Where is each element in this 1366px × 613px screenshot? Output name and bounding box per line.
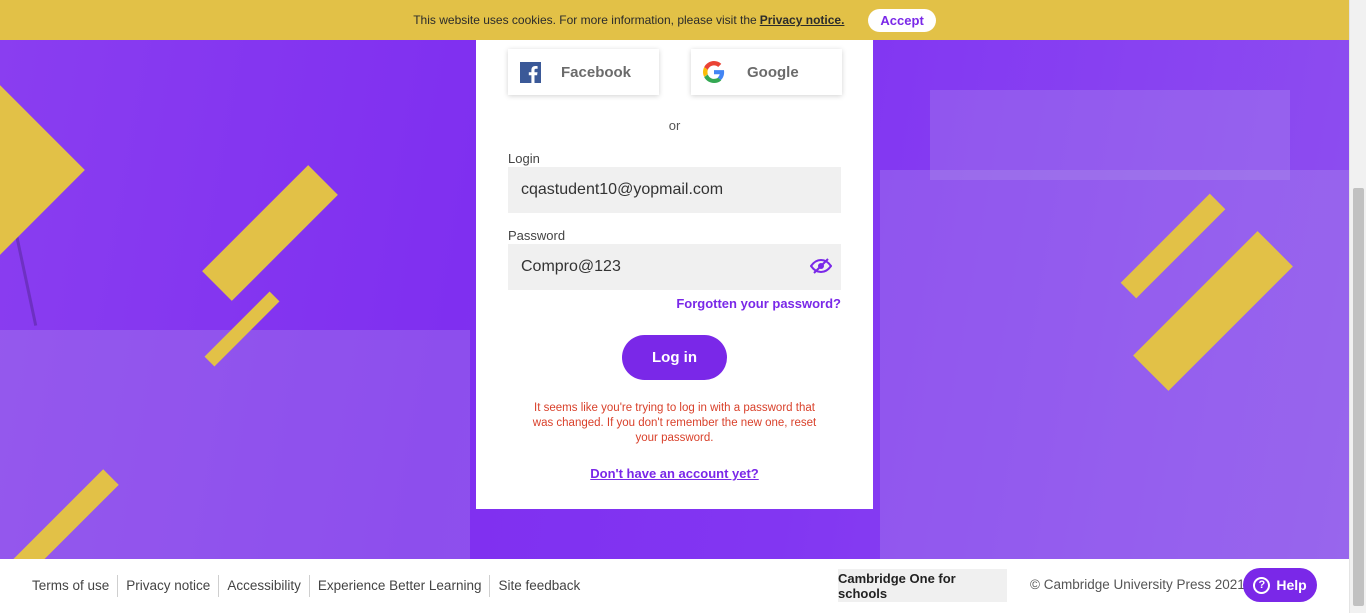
login-button[interactable]: Log in	[622, 335, 727, 380]
footer-link-terms[interactable]: Terms of use	[20, 575, 117, 597]
schools-button[interactable]: Cambridge One for schools	[838, 569, 1007, 602]
deco-bar-1	[202, 165, 338, 301]
error-message: It seems like you're trying to log in wi…	[532, 402, 817, 444]
footer: Terms of use Privacy notice Accessibilit…	[0, 559, 1349, 613]
eye-hidden-icon[interactable]	[810, 258, 832, 274]
facebook-icon	[520, 61, 541, 83]
footer-link-feedback[interactable]: Site feedback	[489, 575, 588, 597]
login-label: Login	[508, 151, 540, 166]
or-separator: or	[668, 118, 681, 133]
footer-links: Terms of use Privacy notice Accessibilit…	[20, 575, 588, 597]
facebook-login-button[interactable]: Facebook	[508, 49, 659, 95]
help-button[interactable]: ? Help	[1243, 568, 1317, 602]
page-scrollbar[interactable]	[1349, 0, 1366, 613]
google-login-button[interactable]: Google	[691, 49, 842, 95]
forgot-password-link[interactable]: Forgotten your password?	[676, 296, 841, 311]
signup-link[interactable]: Don't have an account yet?	[476, 466, 873, 481]
facebook-label: Facebook	[561, 63, 632, 81]
question-circle-icon: ?	[1253, 576, 1271, 594]
bg-building-chapel	[930, 90, 1290, 180]
footer-link-privacy[interactable]: Privacy notice	[117, 575, 218, 597]
footer-link-accessibility[interactable]: Accessibility	[218, 575, 309, 597]
scrollbar-thumb[interactable]	[1353, 188, 1364, 606]
google-label: Google	[747, 63, 799, 81]
cookie-message: This website uses cookies. For more info…	[413, 13, 757, 27]
privacy-notice-link[interactable]: Privacy notice.	[760, 13, 845, 27]
bg-building-right	[880, 170, 1349, 559]
login-input[interactable]	[508, 167, 841, 213]
copyright: © Cambridge University Press 2021	[1030, 577, 1245, 592]
help-label: Help	[1276, 577, 1307, 593]
password-label: Password	[508, 228, 566, 243]
footer-link-better-learning[interactable]: Experience Better Learning	[308, 575, 490, 597]
password-input[interactable]	[508, 244, 841, 290]
cookie-banner: This website uses cookies. For more info…	[0, 0, 1349, 40]
accept-cookies-button[interactable]: Accept	[868, 8, 936, 32]
google-icon	[703, 61, 725, 83]
login-card: Facebook Google or Login Password Forgot…	[476, 28, 873, 509]
